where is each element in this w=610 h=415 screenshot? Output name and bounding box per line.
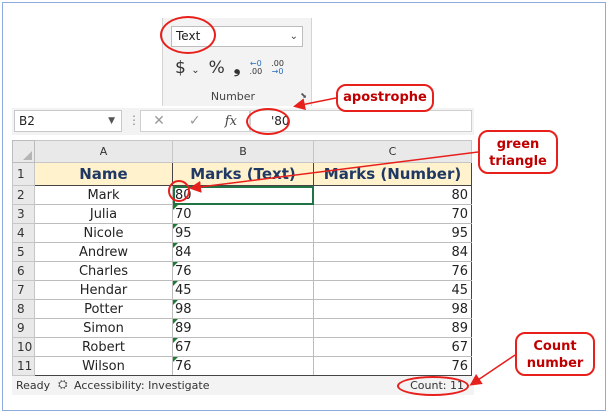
count-number-arrow xyxy=(469,354,516,386)
annotation-arrows xyxy=(189,97,516,386)
green-triangle-arrow xyxy=(189,151,479,193)
apostrophe-arrow xyxy=(293,97,337,111)
